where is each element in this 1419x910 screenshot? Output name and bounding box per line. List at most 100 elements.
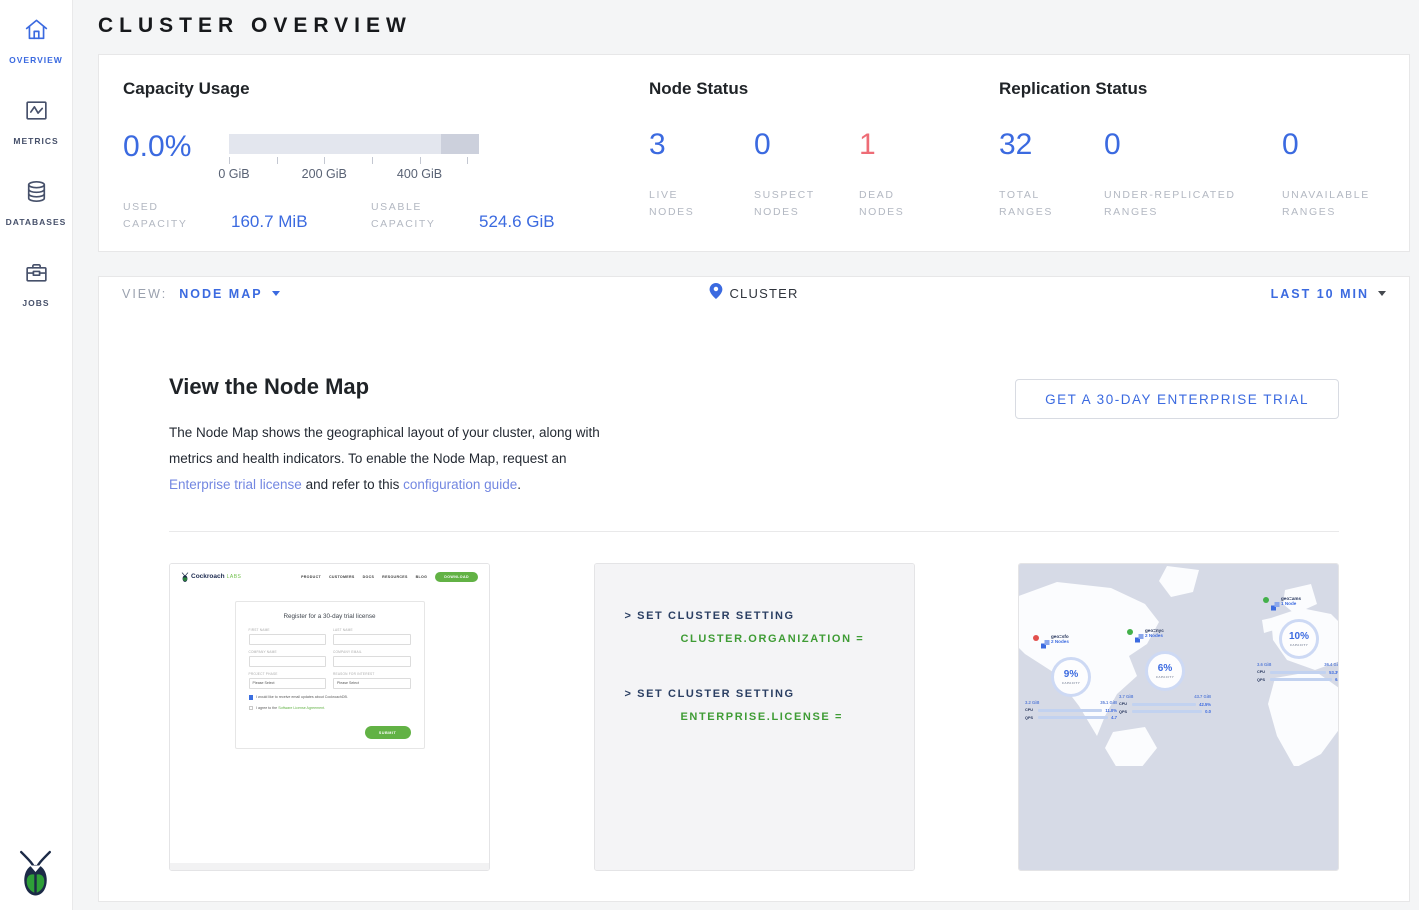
region-used-capacity: 3.7 GiB — [1119, 694, 1133, 699]
total-ranges-value: 32 — [999, 129, 1104, 161]
mini-nav-docs[interactable]: DOCS — [363, 575, 375, 579]
region-capacity-pct: 9% — [1064, 670, 1078, 680]
configuration-guide-link[interactable]: configuration guide — [403, 477, 517, 492]
region-qps-label: QPS — [1257, 678, 1267, 682]
mini-download-button[interactable]: DOWNLOAD — [435, 572, 478, 582]
sidebar-item-label: DATABASES — [6, 217, 67, 227]
sql-prompt-line: > SET CLUSTER SETTING — [625, 610, 914, 622]
under-replicated-ranges-label: UNDER-REPLICATED RANGES — [1104, 187, 1264, 221]
region-cpu-value: 42.5% — [1199, 702, 1211, 707]
sidebar-item-label: OVERVIEW — [9, 55, 63, 65]
region-qps-label: QPS — [1119, 710, 1129, 714]
region-capacity-pct: 6% — [1158, 664, 1172, 674]
map-region-nyc[interactable]: geo=nyc 2 Nodes 6% CAPACITY 3.7 GiB 43.7… — [1119, 628, 1211, 714]
region-status-dot — [1127, 629, 1133, 635]
company-name-input[interactable] — [249, 656, 327, 667]
replication-status-title: Replication Status — [999, 79, 1409, 99]
qps-sparkline — [1270, 678, 1332, 681]
license-agreement-label: I agree to the Software License Agreemen… — [256, 706, 325, 710]
field-label: COMPANY EMAIL — [333, 650, 411, 654]
reason-for-interest-select[interactable]: Please Select — [333, 678, 411, 689]
region-cpu-value: 11.0% — [1105, 708, 1117, 713]
map-region-ams[interactable]: geo=ams 1 Node 10% CAPACITY 3.6 GiB 36.4… — [1257, 596, 1338, 682]
region-cpu-label: CPU — [1025, 708, 1035, 712]
sidebar-item-jobs[interactable]: JOBS — [0, 253, 73, 334]
step-2-card: > SET CLUSTER SETTING CLUSTER.ORGANIZATI… — [594, 563, 915, 871]
region-qps-value: 4.7 — [1111, 715, 1117, 720]
map-region-sfo[interactable]: geo=sfo 2 Nodes 9% CAPACITY 3.2 GiB 35.1… — [1025, 634, 1117, 720]
capacity-gauge-nonusable-segment — [441, 134, 480, 154]
node-status-section: Node Status 3 LIVE NODES 0 SUSPECT NODES… — [649, 79, 999, 251]
capacity-gauge-bar — [229, 134, 479, 154]
region-node-count: 2 Nodes — [1145, 633, 1164, 638]
node-map-panel: View the Node Map The Node Map shows the… — [98, 310, 1410, 902]
home-icon — [23, 16, 50, 48]
map-pin-icon — [709, 283, 722, 304]
qps-sparkline — [1038, 716, 1108, 719]
first-name-input[interactable] — [249, 634, 327, 645]
region-cpu-label: CPU — [1257, 670, 1267, 674]
license-agreement-checkbox[interactable] — [249, 706, 254, 711]
capacity-gauge: 0 GiB 200 GiB 400 GiB — [229, 132, 479, 183]
sidebar-item-databases[interactable]: DATABASES — [0, 172, 73, 253]
promo-desc-text: and refer to this — [302, 477, 403, 492]
capacity-percent: 0.0% — [123, 132, 229, 183]
cpu-sparkline — [1038, 709, 1102, 712]
chevron-down-icon — [1378, 291, 1386, 296]
region-total-capacity: 35.1 GiB — [1100, 700, 1117, 705]
logo-suffix: LABS — [227, 574, 242, 580]
enterprise-trial-button[interactable]: GET A 30-DAY ENTERPRISE TRIAL — [1015, 379, 1339, 419]
region-capacity-donut: 6% CAPACITY — [1145, 651, 1185, 691]
region-capacity-donut: 9% CAPACITY — [1051, 657, 1091, 697]
email-updates-checkbox[interactable] — [249, 695, 254, 700]
region-capacity-label: CAPACITY — [1156, 675, 1174, 679]
unavailable-ranges-value: 0 — [1282, 129, 1382, 161]
breadcrumb-cluster[interactable]: CLUSTER — [729, 286, 798, 301]
mini-nav-customers[interactable]: CUSTOMERS — [329, 575, 355, 579]
software-license-agreement-link[interactable]: Software License Agreement. — [278, 706, 325, 710]
used-capacity-label: USED CAPACITY — [123, 199, 209, 233]
briefcase-icon — [23, 259, 50, 291]
region-status-dot — [1033, 635, 1039, 641]
time-range-dropdown[interactable]: LAST 10 MIN — [1271, 287, 1386, 301]
mini-submit-button[interactable]: SUBMIT — [365, 726, 411, 739]
mini-nav-blog[interactable]: BLOG — [416, 575, 428, 579]
field-label: REASON FOR INTEREST — [333, 672, 411, 676]
step-2-sql-snippet: > SET CLUSTER SETTING CLUSTER.ORGANIZATI… — [595, 564, 914, 870]
node-cubes-icon — [1271, 598, 1280, 616]
promo-title: View the Node Map — [169, 374, 621, 400]
total-ranges-label: TOTAL RANGES — [999, 187, 1069, 221]
mini-nav-resources[interactable]: RESOURCES — [382, 575, 407, 579]
sidebar-item-metrics[interactable]: METRICS — [0, 91, 73, 172]
email-updates-label: I would like to receive email updates ab… — [256, 695, 348, 699]
project-phase-select[interactable]: Please Select — [249, 678, 327, 689]
promo-desc-text: . — [517, 477, 521, 492]
unavailable-ranges-label: UNAVAILABLE RANGES — [1282, 187, 1382, 221]
field-label: COMPANY NAME — [249, 650, 327, 654]
sql-setting-line: CLUSTER.ORGANIZATION = — [681, 633, 914, 645]
divider — [169, 531, 1339, 532]
last-name-input[interactable] — [333, 634, 411, 645]
node-cubes-icon — [1041, 636, 1050, 654]
sidebar-item-overview[interactable]: OVERVIEW — [0, 10, 73, 91]
promo-description: The Node Map shows the geographical layo… — [169, 420, 621, 498]
capacity-usage-title: Capacity Usage — [123, 79, 649, 99]
enterprise-trial-license-link[interactable]: Enterprise trial license — [169, 477, 302, 492]
gauge-tick-label: 400 GiB — [397, 167, 442, 181]
step-3-node-map-preview: geo=sfo 2 Nodes 9% CAPACITY 3.2 GiB 35.1… — [1019, 564, 1338, 870]
cockroach-labs-logo: Cockroach LABS — [181, 572, 241, 582]
replication-status-section: Replication Status 32 TOTAL RANGES 0 UND… — [999, 79, 1409, 251]
company-email-input[interactable] — [333, 656, 411, 667]
page-title: CLUSTER OVERVIEW — [98, 14, 1410, 38]
mini-nav-product[interactable]: PRODUCT — [301, 575, 321, 579]
region-qps-value: 0.0 — [1205, 709, 1211, 714]
suspect-nodes-label: SUSPECT NODES — [754, 187, 824, 221]
field-label: FIRST NAME — [249, 628, 327, 632]
view-selector-dropdown[interactable]: NODE MAP — [179, 287, 279, 301]
region-capacity-pct: 10% — [1289, 632, 1309, 642]
form-title: Register for a 30-day trial license — [249, 613, 411, 620]
mini-site-footer — [170, 863, 489, 870]
cpu-sparkline — [1132, 703, 1196, 706]
step-1-screenshot: Cockroach LABS PRODUCT CUSTOMERS DOCS RE… — [170, 564, 489, 870]
dead-nodes-value: 1 — [859, 129, 929, 161]
